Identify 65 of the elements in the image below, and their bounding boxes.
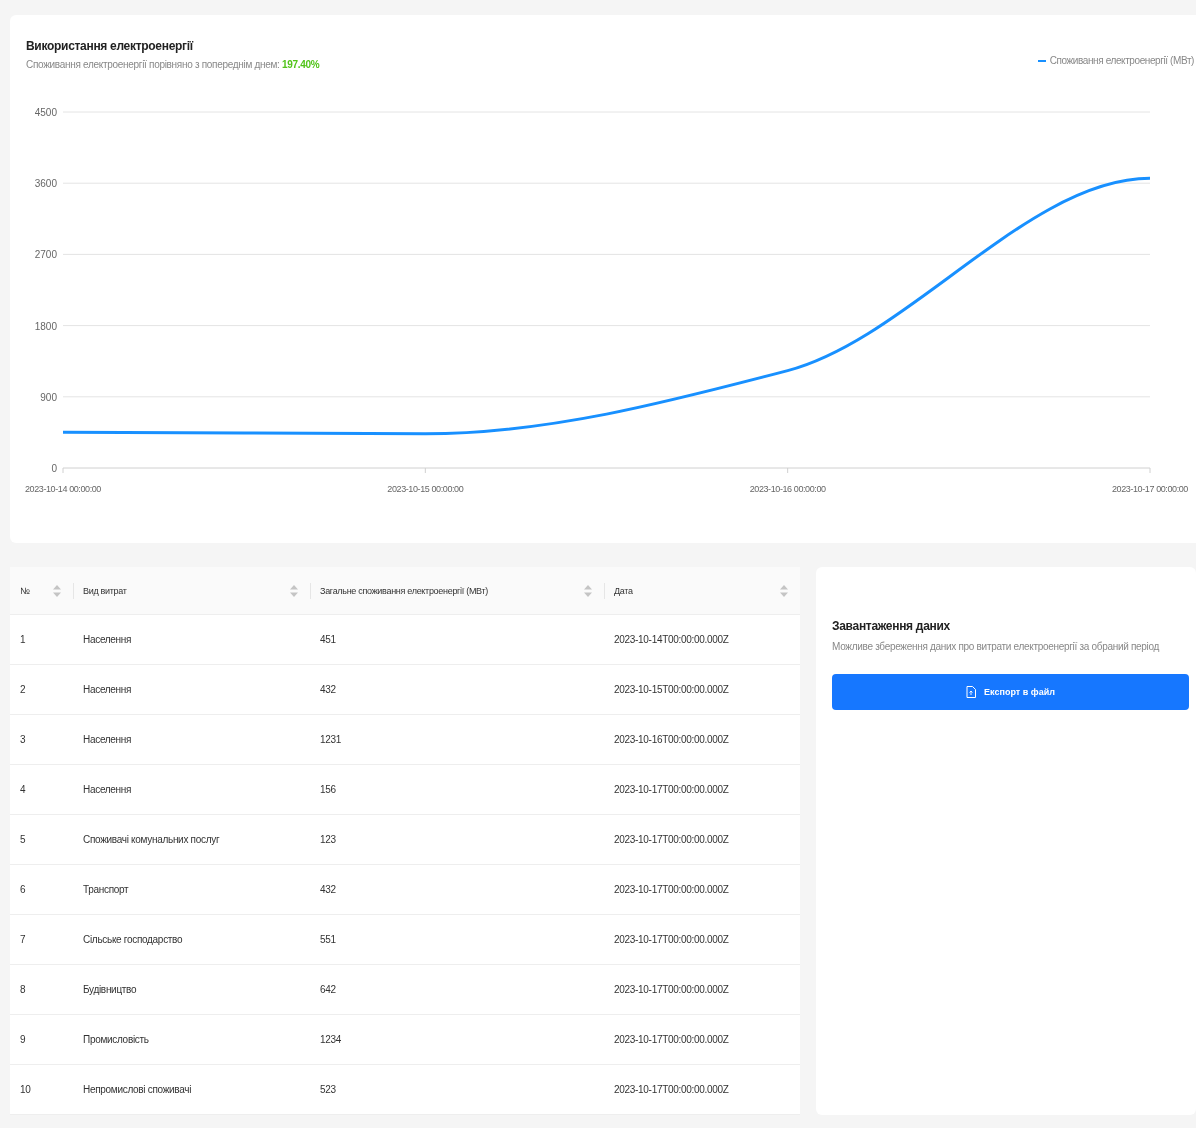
y-tick-label: 4500 — [34, 107, 57, 118]
table-cell: 2023-10-17T00:00:00.000Z — [614, 934, 729, 945]
table-cell: 9 — [20, 1034, 26, 1045]
column-header: Дата — [614, 585, 633, 596]
table-cell: 2 — [20, 684, 26, 695]
table-cell: 2023-10-14T00:00:00.000Z — [614, 634, 729, 645]
table-cell: 2023-10-15T00:00:00.000Z — [614, 684, 729, 695]
table-cell: 2023-10-17T00:00:00.000Z — [614, 1034, 729, 1045]
table-cell: 2023-10-17T00:00:00.000Z — [614, 984, 729, 995]
sort-icon[interactable] — [290, 584, 298, 597]
sort-icon[interactable] — [53, 584, 61, 597]
file-icon — [966, 686, 977, 698]
table-cell: 123 — [320, 834, 336, 845]
y-tick-label: 2700 — [34, 249, 57, 261]
column-header: Загальне споживання електроенергії (МВт) — [320, 585, 488, 596]
table-cell: 156 — [320, 784, 336, 795]
x-tick-label: 2023-10-17 00:00:00 — [1112, 484, 1188, 494]
table-cell: Споживачі комунальних послуг — [83, 834, 220, 845]
table-cell: Непромислові споживачі — [83, 1084, 192, 1095]
export-description: Можливе збереження даних про витрати електроенергії за обраний період — [832, 641, 1161, 652]
table-cell: 1231 — [320, 734, 342, 745]
table-cell: 2023-10-16T00:00:00.000Z — [614, 734, 729, 745]
table-cell: 523 — [320, 1084, 336, 1095]
table-cell: Транспорт — [83, 884, 129, 895]
table-cell: 432 — [320, 884, 336, 895]
chart-title: Використання електроенергії — [26, 39, 195, 53]
table-cell: Промисловість — [83, 1034, 149, 1045]
table-cell: 3 — [20, 734, 26, 745]
y-tick-label: 1800 — [34, 320, 57, 332]
table-cell: 4 — [20, 784, 26, 795]
sort-icon[interactable] — [780, 584, 788, 597]
table-cell: Будівництво — [83, 984, 137, 995]
table-cell: 6 — [20, 884, 26, 895]
table-cell: Сільське господарство — [83, 934, 183, 945]
y-tick-label: 900 — [40, 391, 57, 403]
y-tick-label: 0 — [51, 463, 57, 474]
table-cell: 10 — [20, 1084, 31, 1095]
table-cell: 2023-10-17T00:00:00.000Z — [614, 884, 729, 895]
table-cell: Населення — [83, 634, 132, 645]
table-cell: 2023-10-17T00:00:00.000Z — [614, 1084, 729, 1095]
column-header: № — [20, 585, 30, 596]
table-cell: 7 — [20, 934, 26, 945]
table-cell: Населення — [83, 684, 132, 695]
x-tick-label: 2023-10-16 00:00:00 — [749, 484, 826, 494]
column-header: Вид витрат — [83, 585, 127, 596]
table-cell: 2023-10-17T00:00:00.000Z — [614, 834, 729, 845]
table-cell: 1234 — [320, 1034, 342, 1045]
chart-subtitle: Споживання електроенергії порівняно з попереднім днем: 197.40% — [26, 59, 320, 70]
legend-item[interactable]: Споживання електроенергії (МВт) — [1037, 55, 1194, 66]
table-cell: 8 — [20, 984, 26, 995]
x-tick-label: 2023-10-14 00:00:00 — [25, 484, 101, 494]
table-cell: Населення — [83, 734, 132, 745]
x-tick-label: 2023-10-15 00:00:00 — [387, 484, 464, 494]
table-cell: Населення — [83, 784, 132, 795]
table-cell: 642 — [320, 984, 336, 995]
table-cell: 2023-10-17T00:00:00.000Z — [614, 784, 729, 795]
table-cell: 551 — [320, 934, 336, 945]
table-cell: 432 — [320, 684, 336, 695]
table-cell: 451 — [320, 634, 336, 645]
table-cell: 5 — [20, 834, 26, 845]
export-title: Завантаження даних — [832, 619, 951, 633]
export-button[interactable]: Експорт в файл — [832, 674, 1189, 710]
table-cell: 1 — [20, 634, 26, 645]
y-tick-label: 3600 — [34, 178, 57, 190]
sort-icon[interactable] — [584, 584, 592, 597]
